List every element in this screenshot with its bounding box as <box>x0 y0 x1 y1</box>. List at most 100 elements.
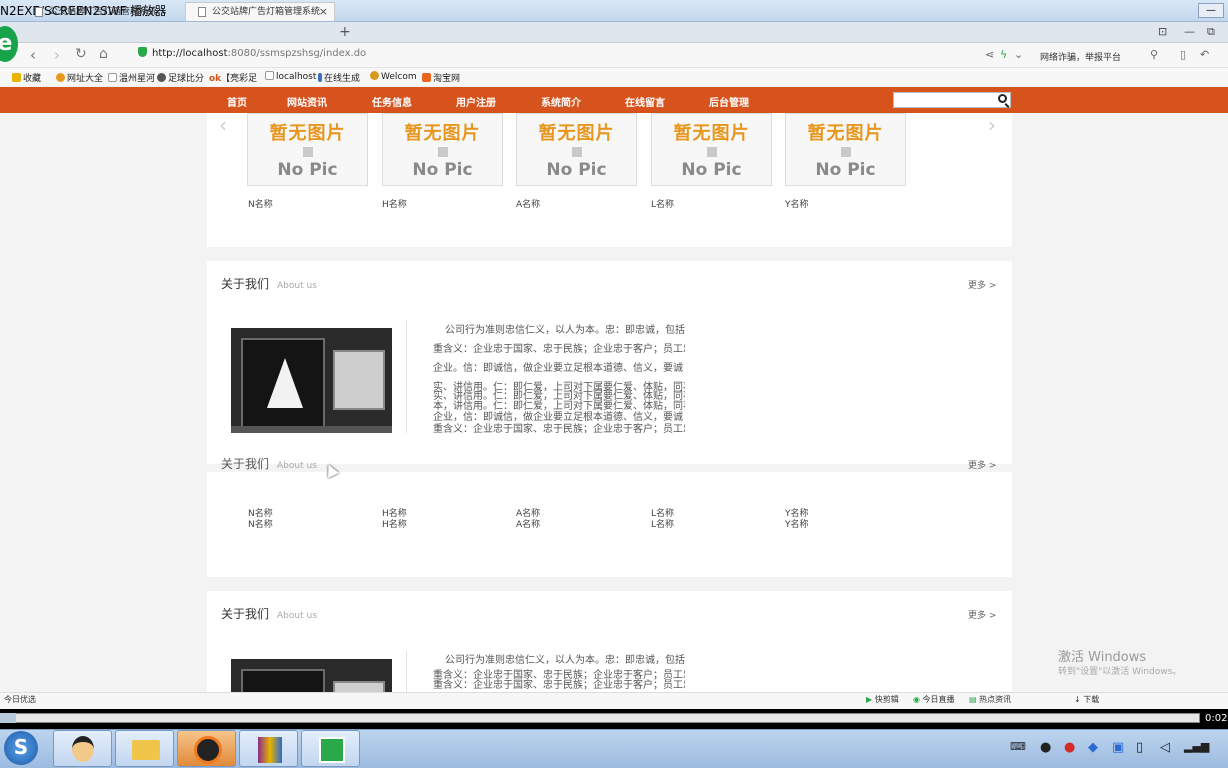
report-link[interactable]: 网络诈骗，举报平台 <box>1040 50 1121 63</box>
product-name[interactable]: L名称 <box>651 197 674 210</box>
about-line: 公司行为准则忠信仁义，以人为本。忠：即忠诚，包括三 <box>445 325 685 336</box>
window-restore-icon[interactable]: ⧉ <box>1207 25 1215 39</box>
about-subtitle: About us <box>277 281 317 291</box>
network-app-icon[interactable]: ◆ <box>1088 740 1098 755</box>
fav-item-6[interactable]: 在线生成 <box>318 71 360 84</box>
site-icon <box>370 71 379 80</box>
product-name[interactable]: N名称 <box>248 517 273 530</box>
player-time: 0:02 <box>1205 713 1228 724</box>
fav-item-2[interactable]: 温州星河 <box>108 71 155 84</box>
tab-bar <box>0 22 1228 43</box>
site-icon <box>56 73 65 82</box>
product-name[interactable]: Y名称 <box>785 197 809 210</box>
tab-2[interactable]: 公交站牌广告灯箱管理系统 × <box>185 2 335 21</box>
nav-home[interactable]: 首页 <box>227 94 247 109</box>
product-image[interactable]: 暂无图片 No Pic <box>785 113 906 186</box>
reload-icon[interactable]: ↻ <box>75 46 87 62</box>
product-name[interactable]: Y名称 <box>785 517 809 530</box>
about-heading: 关于我们 About us <box>221 275 317 292</box>
search-icon[interactable] <box>998 94 1007 103</box>
search-icon[interactable]: ⚲ <box>1150 48 1158 61</box>
no-pic-cn: 暂无图片 <box>404 123 481 144</box>
nav-admin[interactable]: 后台管理 <box>709 94 749 109</box>
fav-item-5[interactable]: localhost <box>265 71 316 82</box>
product-name[interactable]: A名称 <box>516 197 540 210</box>
more-link-2[interactable]: 更多 > <box>968 608 996 621</box>
taskbar-app-explorer[interactable] <box>115 730 174 767</box>
product-image[interactable]: 暂无图片 No Pic <box>382 113 503 186</box>
security-icon[interactable]: ● <box>1064 740 1075 755</box>
nav-news[interactable]: 网站资讯 <box>287 94 327 109</box>
home-icon[interactable]: ⌂ <box>99 46 108 62</box>
about-image <box>231 328 392 433</box>
window-minimize-icon[interactable]: — <box>1184 25 1195 38</box>
fav-item-4[interactable]: ok【亮彩足 <box>209 71 257 84</box>
status-item[interactable]: ▶ 快剪辑 <box>866 694 899 705</box>
taskbar-app-user[interactable] <box>53 730 112 767</box>
star-icon <box>12 73 21 82</box>
nav-intro[interactable]: 系统简介 <box>541 94 581 109</box>
placeholder-mark <box>571 147 582 157</box>
url-field[interactable]: http://localhost:8080/ssmspzshsg/index.d… <box>138 47 366 59</box>
more-link-ghost[interactable]: 更多 > <box>968 458 996 471</box>
taskbar-app-archive[interactable] <box>239 730 298 767</box>
fav-item-7[interactable]: Welcom <box>370 71 417 82</box>
fav-item-0[interactable]: 收藏 <box>12 71 41 84</box>
taskbar-app-player[interactable] <box>301 730 360 767</box>
start-button[interactable]: S <box>4 731 38 765</box>
device-icon[interactable]: ▯ <box>1136 740 1143 755</box>
status-item[interactable]: ↓ 下载 <box>1074 694 1099 705</box>
placeholder-mark <box>706 147 717 157</box>
volume-icon[interactable]: ◁ <box>1160 740 1170 755</box>
chevron-down-icon[interactable]: ⌄ <box>1014 48 1023 61</box>
about-subtitle: About us <box>277 611 317 621</box>
progress-thumb[interactable] <box>0 713 16 723</box>
nav-messages[interactable]: 在线留言 <box>625 94 665 109</box>
bolt-icon[interactable]: ϟ <box>1000 48 1007 61</box>
product-name[interactable]: L名称 <box>651 517 674 530</box>
tab-1[interactable]: 公交站牌广告灯箱管理系统 <box>22 2 182 21</box>
product-names-panel <box>207 472 1012 577</box>
product-name[interactable]: A名称 <box>516 517 540 530</box>
fav-item-3[interactable]: 足球比分 <box>157 71 204 84</box>
close-tab-icon[interactable]: × <box>319 3 328 21</box>
status-item[interactable]: ◉ 今日直播 <box>913 694 955 705</box>
url-host: http://localhost <box>152 48 228 59</box>
no-pic-en: No Pic <box>815 160 876 180</box>
keyboard-icon[interactable]: ⌨ <box>1010 740 1026 753</box>
share-icon[interactable]: ⋖ <box>985 48 994 61</box>
product-name[interactable]: N名称 <box>248 197 273 210</box>
qq-icon[interactable]: ● <box>1040 740 1051 755</box>
product-name[interactable]: H名称 <box>382 517 407 530</box>
signal-icon[interactable]: ▂▄▆ <box>1184 740 1209 753</box>
progress-track[interactable] <box>2 713 1200 723</box>
bookmark-icon[interactable]: ▯ <box>1180 48 1186 61</box>
divider <box>406 320 407 433</box>
product-image[interactable]: 暂无图片 No Pic <box>651 113 772 186</box>
nav-tasks[interactable]: 任务信息 <box>372 94 412 109</box>
product-name[interactable]: H名称 <box>382 197 407 210</box>
activation-watermark: 激活 Windows <box>1058 650 1147 665</box>
product-image[interactable]: 暂无图片 No Pic <box>516 113 637 186</box>
back-icon[interactable]: ‹ <box>30 46 36 64</box>
minimize-button[interactable]: — <box>1198 3 1224 18</box>
page-icon <box>198 7 206 17</box>
about-image-2 <box>231 659 392 692</box>
pin-icon[interactable]: ⊡ <box>1158 25 1167 38</box>
input-method-icon[interactable]: ▣ <box>1112 740 1124 755</box>
forward-icon[interactable]: › <box>54 46 60 64</box>
status-item[interactable]: ▤ 热点资讯 <box>969 694 1011 705</box>
status-left[interactable]: 今日优选 <box>4 694 36 705</box>
fav-item-1[interactable]: 网址大全 <box>56 71 103 84</box>
product-image[interactable]: 暂无图片 No Pic <box>247 113 368 186</box>
prev-arrow-icon[interactable]: ‹ <box>219 113 227 137</box>
site-search-input[interactable] <box>893 92 1011 108</box>
more-link[interactable]: 更多 > <box>968 278 996 291</box>
new-tab-button[interactable]: + <box>339 24 351 40</box>
url-path: :8080/ssmspzshsg/index.do <box>227 48 367 59</box>
next-arrow-icon[interactable]: › <box>988 113 996 137</box>
taskbar-app-recorder[interactable] <box>177 730 236 767</box>
nav-register[interactable]: 用户注册 <box>456 94 496 109</box>
fav-item-8[interactable]: 淘宝网 <box>422 71 460 84</box>
undo-icon[interactable]: ↶ <box>1200 48 1209 61</box>
